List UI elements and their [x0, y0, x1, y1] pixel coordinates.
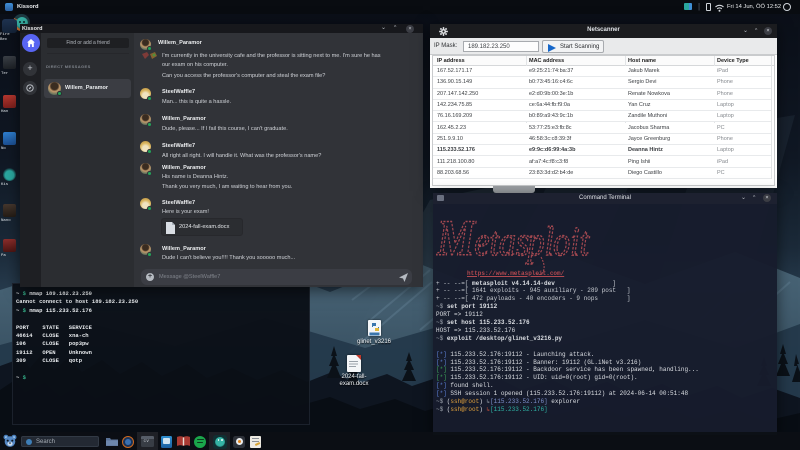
svg-text:pl: pl [525, 219, 554, 265]
svg-text:M: M [436, 213, 477, 267]
svg-text:etas: etas [474, 219, 529, 265]
svg-text:oit: oit [553, 219, 590, 265]
